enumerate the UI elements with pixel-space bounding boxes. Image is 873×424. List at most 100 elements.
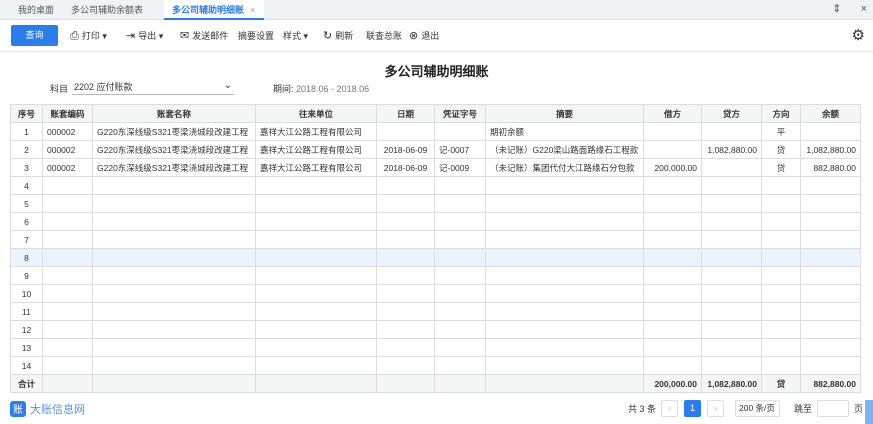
col-header-date[interactable]: 日期 — [376, 104, 435, 123]
footer-bar: 账 大账信息网 共 3 条 ‹ 1 › 200 条/页 跳至 页 — [0, 398, 873, 422]
cell-voucher — [434, 266, 486, 285]
cell-voucher: 记-0009 — [434, 158, 486, 177]
cell-seq: 7 — [10, 230, 43, 249]
cell-voucher — [434, 194, 486, 213]
cell-book-name — [92, 194, 256, 213]
cell-seq: 6 — [10, 212, 43, 231]
page-size-select[interactable]: 200 条/页 — [735, 400, 780, 417]
col-header-debit[interactable]: 借方 — [643, 104, 702, 123]
refresh-button[interactable]: ↻ 刷新 — [323, 20, 353, 52]
cell-summary — [485, 356, 644, 375]
col-header-book-name[interactable]: 账套名称 — [92, 104, 256, 123]
query-button[interactable]: 查询 — [11, 25, 58, 46]
table-row[interactable]: 3 000002 G220东深线级S321枣梁浇城段改建工程 嘉祥大江公路工程有限公司… — [10, 158, 861, 177]
period-value: 2018.06 - 2018.06 — [296, 84, 370, 94]
cell-seq: 1 — [10, 122, 43, 141]
subject-select[interactable]: 2202 应付账款 ⌄ — [72, 80, 234, 95]
table-cell — [485, 374, 644, 393]
restore-window-icon[interactable]: ⇕ — [832, 3, 841, 15]
tab-my-desktop[interactable]: 我的桌面 — [10, 0, 62, 20]
col-header-seq[interactable]: 序号 — [10, 104, 43, 123]
cell-date — [376, 302, 435, 321]
tab-detail-ledger[interactable]: 多公司辅助明细账 × — [164, 0, 264, 20]
table-row[interactable]: 14 — [10, 356, 861, 375]
table-row[interactable]: 5 — [10, 194, 861, 213]
col-header-balance[interactable]: 余额 — [800, 104, 861, 123]
table-row[interactable]: 9 — [10, 266, 861, 285]
cell-date — [376, 212, 435, 231]
cell-voucher — [434, 248, 486, 267]
cell-direction — [761, 338, 801, 357]
table-row[interactable]: 11 — [10, 302, 861, 321]
cell-debit — [643, 140, 702, 159]
cell-debit — [643, 266, 702, 285]
total-debit: 200,000.00 — [643, 374, 702, 393]
tab-balance-sheet[interactable]: 多公司辅助余额表 — [63, 0, 151, 20]
cell-book-name — [92, 356, 256, 375]
close-tab-icon[interactable]: × — [250, 5, 255, 15]
cell-balance — [800, 122, 861, 141]
col-header-counterparty[interactable]: 往来单位 — [255, 104, 377, 123]
cell-book-name — [92, 284, 256, 303]
cell-book-code — [42, 284, 93, 303]
col-header-summary[interactable]: 摘要 — [485, 104, 644, 123]
detail-ledger-table: 序号 账套编码 账套名称 往来单位 日期 凭证字号 摘要 借方 贷方 方向 余额… — [10, 104, 861, 393]
send-email-button[interactable]: ✉ 发送邮件 — [180, 20, 228, 52]
cell-credit — [701, 230, 762, 249]
tab-label: 我的桌面 — [18, 5, 55, 15]
gear-icon[interactable]: ⚙ — [852, 26, 865, 44]
close-window-icon[interactable]: × — [861, 3, 867, 15]
cell-book-code — [42, 176, 93, 195]
send-email-label: 发送邮件 — [192, 31, 229, 41]
cell-date — [376, 266, 435, 285]
next-page-button[interactable]: › — [707, 400, 724, 417]
cell-date — [376, 284, 435, 303]
cell-debit — [643, 230, 702, 249]
col-header-direction[interactable]: 方向 — [761, 104, 801, 123]
cell-direction — [761, 248, 801, 267]
table-row[interactable]: 6 — [10, 212, 861, 231]
table-row[interactable]: 7 — [10, 230, 861, 249]
table-row[interactable]: 13 — [10, 338, 861, 357]
style-label: 样式 — [283, 31, 302, 41]
table-row[interactable]: 4 — [10, 176, 861, 195]
cell-debit — [643, 356, 702, 375]
table-row[interactable]: 1 000002 G220东深线级S321枣梁浇城段改建工程 嘉祥大江公路工程有限公司… — [10, 122, 861, 141]
cell-seq: 8 — [10, 248, 43, 267]
col-header-voucher[interactable]: 凭证字号 — [434, 104, 486, 123]
cell-direction — [761, 176, 801, 195]
style-button[interactable]: 样式 ▾ — [283, 20, 308, 52]
cell-date — [376, 122, 435, 141]
total-direction: 贷 — [761, 374, 801, 393]
cell-counterparty — [255, 176, 377, 195]
table-cell — [376, 374, 435, 393]
table-row[interactable]: 12 — [10, 320, 861, 339]
col-header-credit[interactable]: 贷方 — [701, 104, 762, 123]
print-button[interactable]: ⎙ 打印 ▾ — [70, 20, 107, 52]
print-label: 打印 — [81, 31, 100, 41]
side-widget-edge[interactable] — [865, 400, 873, 424]
refresh-label: 刷新 — [335, 31, 354, 41]
cell-seq: 13 — [10, 338, 43, 357]
summary-settings-button[interactable]: 摘要设置 — [238, 20, 274, 52]
col-header-book-code[interactable]: 账套编码 — [42, 104, 93, 123]
table-cell — [92, 374, 256, 393]
page-1-button[interactable]: 1 — [684, 400, 701, 417]
jump-label: 跳至 — [794, 404, 813, 414]
cell-seq: 11 — [10, 302, 43, 321]
cell-credit — [701, 284, 762, 303]
cell-debit — [643, 248, 702, 267]
linked-ledger-button[interactable]: 联查总账 — [366, 20, 402, 52]
exit-button[interactable]: ⊗ 退出 — [409, 20, 439, 52]
prev-page-button[interactable]: ‹ — [661, 400, 678, 417]
export-button[interactable]: ⇥ 导出 ▾ — [126, 20, 163, 52]
cell-seq: 14 — [10, 356, 43, 375]
table-row[interactable]: 8 — [10, 248, 861, 267]
cell-date: 2018-06-09 — [376, 158, 435, 177]
table-row[interactable]: 2 000002 G220东深线级S321枣梁浇城段改建工程 嘉祥大江公路工程有限公司… — [10, 140, 861, 159]
jump-page-input[interactable] — [817, 400, 849, 417]
table-row[interactable]: 10 — [10, 284, 861, 303]
cell-summary: （未记账）G220梁山路面路缘石工程款 — [485, 140, 644, 159]
cell-summary: （未记账）集团代付大江路缘石分包款 — [485, 158, 644, 177]
cell-seq: 4 — [10, 176, 43, 195]
